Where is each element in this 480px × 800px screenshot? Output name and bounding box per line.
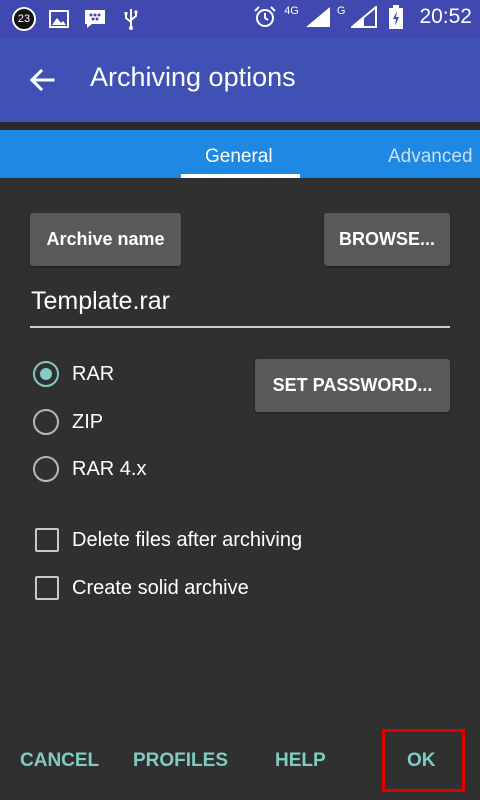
- battery-charging-icon: [383, 4, 409, 30]
- help-button[interactable]: HELP: [275, 750, 326, 772]
- format-option-rar[interactable]: RAR: [33, 361, 114, 387]
- profiles-button[interactable]: PROFILES: [133, 750, 228, 772]
- status-bar: 23 4G G 20:52: [0, 0, 480, 38]
- tab-selected-indicator: [181, 174, 300, 178]
- chat-icon: [82, 6, 108, 32]
- tab-advanced[interactable]: Advanced: [388, 146, 473, 168]
- cancel-button[interactable]: CANCEL: [20, 750, 99, 772]
- image-icon: [46, 6, 72, 32]
- arrow-back-icon: [29, 68, 55, 92]
- radio-button-zip[interactable]: [33, 409, 59, 435]
- network-g-label: G: [336, 5, 346, 17]
- network-4g-label: 4G: [284, 5, 299, 17]
- signal-icon: [351, 4, 378, 30]
- radio-button-rar[interactable]: [33, 361, 59, 387]
- app-toolbar: Archiving options: [0, 38, 480, 122]
- set-password-button[interactable]: SET PASSWORD...: [255, 359, 450, 412]
- delete-files-label: Delete files after archiving: [72, 528, 303, 551]
- tab-bar: General Advanced: [0, 130, 480, 178]
- signal-icon: [305, 4, 331, 30]
- radio-button-rar4[interactable]: [33, 456, 59, 482]
- status-bar-left: 23: [12, 6, 144, 32]
- page-title: Archiving options: [90, 62, 296, 92]
- solid-archive-label: Create solid archive: [72, 576, 249, 599]
- delete-files-checkbox[interactable]: [35, 528, 59, 552]
- archive-name-input[interactable]: Template.rar: [30, 284, 450, 328]
- format-option-zip[interactable]: ZIP: [33, 409, 103, 435]
- solid-archive-option[interactable]: Create solid archive: [35, 576, 249, 600]
- tab-general[interactable]: General: [205, 146, 273, 168]
- format-option-rar4[interactable]: RAR 4.x: [33, 456, 146, 482]
- alarm-icon: [252, 4, 278, 30]
- toolbar-divider: [0, 122, 480, 130]
- format-label-rar4: RAR 4.x: [72, 457, 147, 480]
- status-bar-right: 4G G 20:52: [252, 4, 472, 30]
- status-time: 20:52: [419, 5, 472, 28]
- delete-files-option[interactable]: Delete files after archiving: [35, 528, 302, 552]
- format-label-zip: ZIP: [72, 410, 104, 433]
- back-button[interactable]: [22, 60, 62, 100]
- ok-highlight-box: [382, 729, 465, 792]
- format-label-rar: RAR: [72, 362, 115, 385]
- solid-archive-checkbox[interactable]: [35, 576, 59, 600]
- archive-name-button[interactable]: Archive name: [30, 213, 181, 266]
- browse-button[interactable]: BROWSE...: [324, 213, 450, 266]
- notification-count-badge: 23: [12, 7, 36, 31]
- usb-icon: [118, 6, 144, 32]
